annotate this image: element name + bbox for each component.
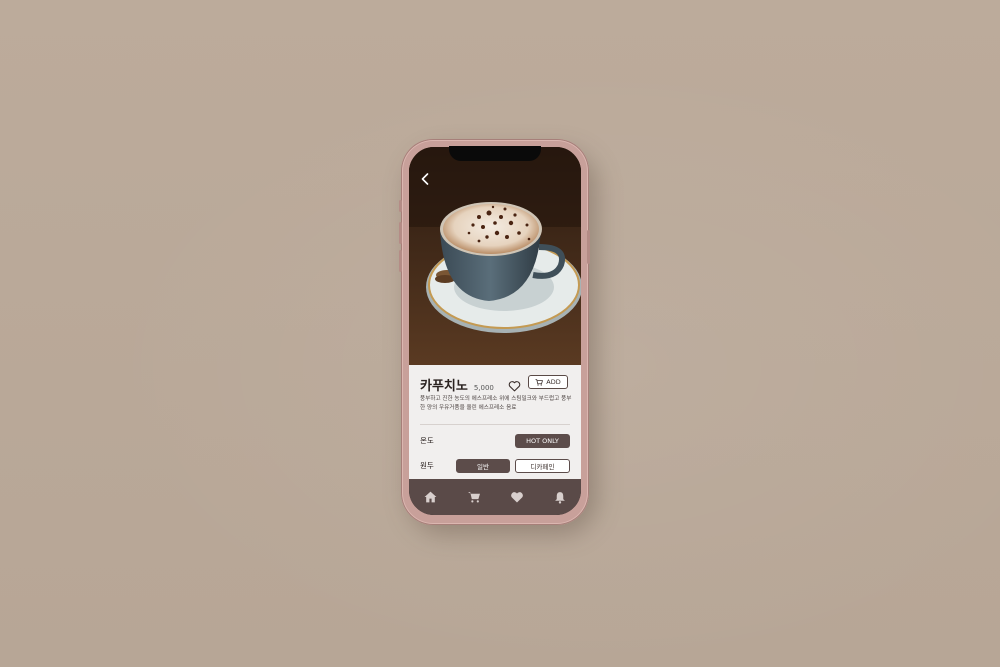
- tab-favorites[interactable]: [509, 489, 525, 505]
- tab-cart[interactable]: [466, 489, 482, 505]
- cart-icon: [467, 492, 480, 503]
- app-screen: 카푸치노 5,000 ADD 풍부하고 진한 농도의 에스프레소 위에 스팀밀크…: [409, 147, 581, 515]
- product-photo: [409, 147, 581, 365]
- tab-notifications[interactable]: [552, 489, 568, 505]
- beans-option-regular[interactable]: 일반: [456, 459, 510, 473]
- temperature-option-hot-only[interactable]: HOT ONLY: [515, 434, 570, 448]
- tab-home[interactable]: [423, 489, 439, 505]
- product-detail-panel: 카푸치노 5,000 ADD 풍부하고 진한 농도의 에스프레소 위에 스팀밀크…: [409, 365, 581, 479]
- product-price: 5,000: [473, 384, 494, 392]
- cart-icon: [535, 378, 544, 386]
- chevron-left-icon: [421, 173, 429, 185]
- divider: [420, 424, 570, 425]
- temperature-label: 온도: [420, 436, 434, 445]
- cappuccino-image: [409, 147, 581, 365]
- home-icon: [424, 491, 437, 503]
- side-button: [399, 200, 402, 212]
- add-to-cart-button[interactable]: ADD: [528, 375, 568, 389]
- side-button: [399, 250, 402, 272]
- heart-outline-icon: [508, 381, 521, 392]
- back-button[interactable]: [417, 169, 433, 189]
- heart-icon: [510, 492, 523, 503]
- title-row: 카푸치노 5,000: [420, 375, 494, 394]
- bottom-tab-bar: [409, 479, 581, 515]
- beans-option-decaf[interactable]: 디카페인: [515, 459, 570, 473]
- favorite-button[interactable]: [508, 377, 521, 392]
- side-button: [399, 222, 402, 244]
- power-button: [587, 230, 590, 264]
- bell-icon: [554, 491, 565, 504]
- add-button-label: ADD: [546, 378, 561, 386]
- phone-notch: [449, 146, 541, 161]
- product-name: 카푸치노: [420, 379, 468, 394]
- beans-label: 원두: [420, 461, 434, 470]
- product-description: 풍부하고 진한 농도의 에스프레소 위에 스팀밀크와 부드럽고 풍부한 양의 우…: [420, 396, 572, 411]
